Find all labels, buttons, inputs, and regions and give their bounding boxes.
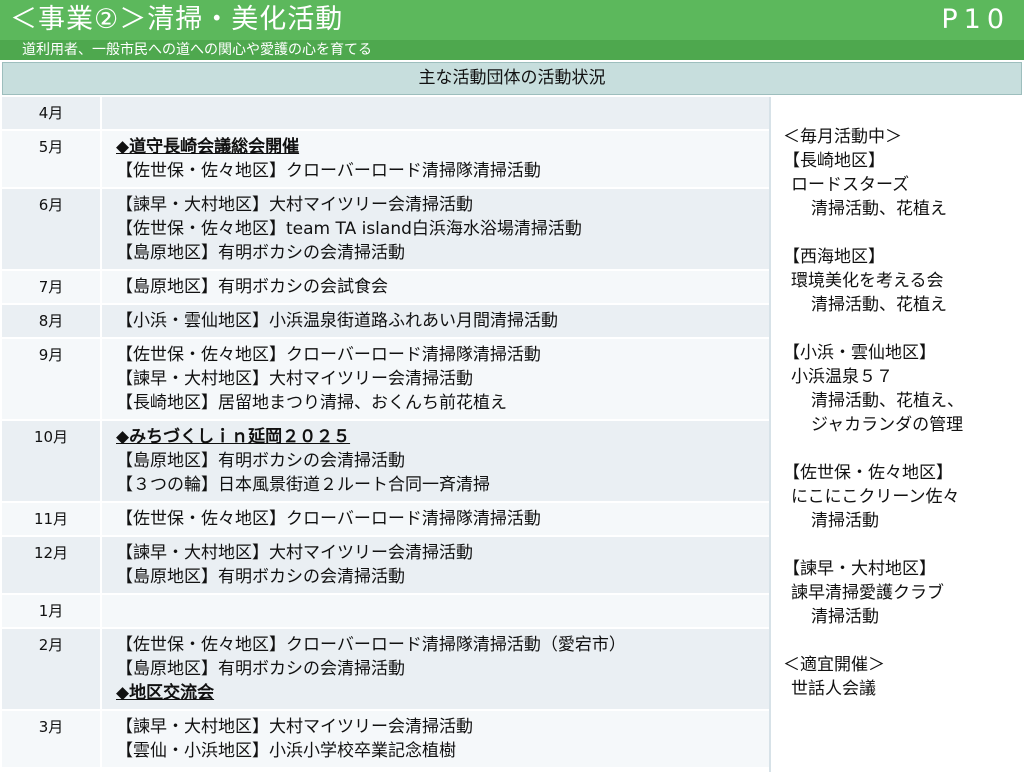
month-cell: 10月 [2, 421, 102, 501]
table-row: 12月 【諫早・大村地区】大村マイツリー会清掃活動 【島原地区】有明ボカシの会清掃活… [2, 537, 769, 595]
activity-cell: 【佐世保・佐々地区】クローバーロード清掃隊清掃活動（愛宕市） 【島原地区】有明ボカ… [104, 629, 769, 709]
month-cell: 8月 [2, 305, 102, 337]
area-label: 【佐世保・佐々地区】 [783, 463, 953, 483]
month-cell: 6月 [2, 189, 102, 269]
activity-item: 【諫早・大村地区】大村マイツリー会清掃活動 [116, 195, 473, 215]
table-row: 2月 【佐世保・佐々地区】クローバーロード清掃隊清掃活動（愛宕市） 【島原地区】有明… [2, 629, 769, 711]
area-label: 【諫早・大村地区】 [783, 559, 936, 579]
activity-item: 【雲仙・小浜地区】小浜小学校卒業記念植樹 [116, 741, 456, 761]
activity-item: 【島原地区】有明ボカシの会清掃活動 [116, 451, 405, 471]
area-label: 【西海地区】 [783, 247, 885, 267]
page-title: ＜事業②＞清掃・美化活動 [10, 4, 344, 35]
group-name: 小浜温泉５７ [791, 367, 893, 387]
side-group: 【諫早・大村地区】諫早清掃愛護クラブ清掃活動 [783, 557, 1022, 629]
activity-cell [104, 97, 769, 129]
activity-item: 【諫早・大村地区】大村マイツリー会清掃活動 [116, 369, 473, 389]
activity-table: 4月 5月 ◆道守長崎会議総会開催 【佐世保・佐々地区】クローバーロード清掃隊清掃活動… [2, 97, 769, 769]
activity-item: 【島原地区】有明ボカシの会清掃活動 [116, 659, 405, 679]
table-row: 1月 [2, 595, 769, 629]
table-heading: 主な活動団体の活動状況 [2, 62, 1022, 95]
activity-item: 【島原地区】有明ボカシの会試食会 [116, 277, 388, 297]
group-activity: 清掃活動 [811, 607, 879, 627]
side-footer-heading: ＜適宜開催＞ [783, 655, 885, 675]
activity-item: 【小浜・雲仙地区】小浜温泉街道路ふれあい月間清掃活動 [116, 311, 558, 331]
group-activity: ジャカランダの管理 [811, 415, 964, 435]
table-row: 6月 【諫早・大村地区】大村マイツリー会清掃活動【佐世保・佐々地区】team TA… [2, 189, 769, 271]
month-cell: 2月 [2, 629, 102, 709]
page-subtitle: 道利用者、一般市民への道への関心や愛護の心を育てる [22, 42, 372, 58]
month-cell: 11月 [2, 503, 102, 535]
event-highlight: ◆道守長崎会議総会開催 [116, 137, 300, 157]
activity-item: 【佐世保・佐々地区】クローバーロード清掃隊清掃活動（愛宕市） [116, 635, 626, 655]
side-heading: ＜毎月活動中＞ [783, 127, 902, 147]
activity-item: 【長崎地区】居留地まつり清掃、おくんち前花植え [116, 393, 507, 413]
header-bar: ＜事業②＞清掃・美化活動 P10 [0, 0, 1024, 40]
table-row: 4月 [2, 97, 769, 131]
activity-cell: 【小浜・雲仙地区】小浜温泉街道路ふれあい月間清掃活動 [104, 305, 769, 337]
event-highlight: ◆地区交流会 [116, 683, 215, 703]
group-activity: 清掃活動、花植え [811, 199, 947, 219]
activity-item: 【佐世保・佐々地区】クローバーロード清掃隊清掃活動 [116, 509, 541, 529]
monthly-activity-panel: ＜毎月活動中＞ 【長崎地区】 ロードスターズ 清掃活動、花植え 【西海地区】 環境美化を考… [769, 97, 1022, 772]
area-label: 【長崎地区】 [783, 151, 885, 171]
table-row: 7月 【島原地区】有明ボカシの会試食会 [2, 271, 769, 305]
activity-cell: ◆みちづくしｉｎ延岡２０２５ 【島原地区】有明ボカシの会清掃活動【３つの輪】日本風… [104, 421, 769, 501]
group-name: 諫早清掃愛護クラブ [791, 583, 944, 603]
table-row: 8月 【小浜・雲仙地区】小浜温泉街道路ふれあい月間清掃活動 [2, 305, 769, 339]
activity-item: 【諫早・大村地区】大村マイツリー会清掃活動 [116, 543, 473, 563]
activity-cell: 【諫早・大村地区】大村マイツリー会清掃活動【佐世保・佐々地区】team TA i… [104, 189, 769, 269]
activity-item: 【佐世保・佐々地区】team TA island白浜海水浴場清掃活動 [116, 219, 582, 239]
event-highlight: ◆みちづくしｉｎ延岡２０２５ [116, 427, 351, 447]
month-cell: 3月 [2, 711, 102, 767]
activity-item: 【佐世保・佐々地区】クローバーロード清掃隊清掃活動 [116, 161, 541, 181]
page-number: P10 [941, 4, 1010, 35]
group-activity: 清掃活動 [811, 511, 879, 531]
activity-item: 【佐世保・佐々地区】クローバーロード清掃隊清掃活動 [116, 345, 541, 365]
month-cell: 9月 [2, 339, 102, 419]
table-row: 3月 【諫早・大村地区】大村マイツリー会清掃活動 【雲仙・小浜地区】小浜小学校卒業記… [2, 711, 769, 769]
area-label: 【小浜・雲仙地区】 [783, 343, 936, 363]
month-cell: 12月 [2, 537, 102, 593]
table-row: 10月 ◆みちづくしｉｎ延岡２０２５ 【島原地区】有明ボカシの会清掃活動【３つの輪】… [2, 421, 769, 503]
group-name: 環境美化を考える会 [791, 271, 944, 291]
side-group: 【長崎地区】ロードスターズ清掃活動、花植え [783, 149, 1022, 221]
activity-cell: ◆道守長崎会議総会開催【佐世保・佐々地区】クローバーロード清掃隊清掃活動 [104, 131, 769, 187]
activity-item: 【３つの輪】日本風景街道２ルート合同一斉清掃 [116, 475, 490, 495]
activity-cell [104, 595, 769, 627]
month-cell: 4月 [2, 97, 102, 129]
activity-cell: 【佐世保・佐々地区】クローバーロード清掃隊清掃活動 【諫早・大村地区】大村マイツリ… [104, 339, 769, 419]
activity-item: 【諫早・大村地区】大村マイツリー会清掃活動 [116, 717, 473, 737]
table-row: 11月 【佐世保・佐々地区】クローバーロード清掃隊清掃活動 [2, 503, 769, 537]
side-group: 【小浜・雲仙地区】小浜温泉５７ 清掃活動、花植え、 ジャカランダの管理 [783, 341, 1022, 437]
group-activity: 清掃活動、花植え、 [811, 391, 964, 411]
table-row: 5月 ◆道守長崎会議総会開催 【佐世保・佐々地区】クローバーロード清掃隊清掃活動 [2, 131, 769, 189]
month-cell: 5月 [2, 131, 102, 187]
month-cell: 1月 [2, 595, 102, 627]
month-cell: 7月 [2, 271, 102, 303]
group-activity: 清掃活動、花植え [811, 295, 947, 315]
side-group: 【西海地区】環境美化を考える会清掃活動、花植え [783, 245, 1022, 317]
activity-cell: 【島原地区】有明ボカシの会試食会 [104, 271, 769, 303]
side-footer-item: 世話人会議 [791, 679, 876, 699]
side-group: 【佐世保・佐々地区】にこにこクリーン佐々清掃活動 [783, 461, 1022, 533]
activity-cell: 【佐世保・佐々地区】クローバーロード清掃隊清掃活動 [104, 503, 769, 535]
activity-item: 【島原地区】有明ボカシの会清掃活動 [116, 243, 405, 263]
activity-cell: 【諫早・大村地区】大村マイツリー会清掃活動 【雲仙・小浜地区】小浜小学校卒業記念植… [104, 711, 769, 767]
activity-item: 【島原地区】有明ボカシの会清掃活動 [116, 567, 405, 587]
group-name: にこにこクリーン佐々 [791, 487, 960, 507]
subtitle-bar: 道利用者、一般市民への道への関心や愛護の心を育てる [0, 40, 1024, 60]
group-name: ロードスターズ [791, 175, 910, 195]
activity-cell: 【諫早・大村地区】大村マイツリー会清掃活動 【島原地区】有明ボカシの会清掃活動 [104, 537, 769, 593]
table-row: 9月 【佐世保・佐々地区】クローバーロード清掃隊清掃活動 【諫早・大村地区】大村マイ… [2, 339, 769, 421]
